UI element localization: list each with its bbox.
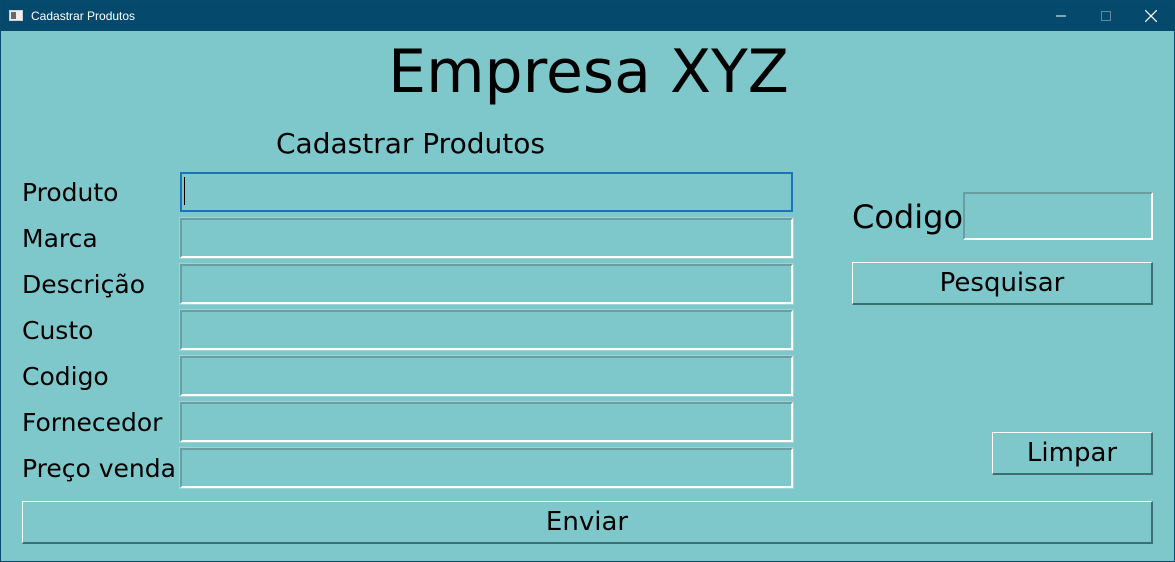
maximize-button[interactable]	[1083, 1, 1129, 31]
codigo-input[interactable]	[179, 355, 794, 397]
search-code-input[interactable]	[963, 192, 1153, 240]
submit-button[interactable]: Enviar	[22, 501, 1153, 544]
fornecedor-input[interactable]	[179, 401, 794, 443]
close-button[interactable]	[1128, 1, 1174, 31]
minimize-button[interactable]	[1038, 1, 1084, 31]
app-window: Cadastrar Produtos Empresa XYZ Cadastrar…	[0, 0, 1175, 562]
field-label-marca: Marca	[22, 224, 98, 253]
search-code-label: Codigo	[852, 198, 964, 236]
marca-input[interactable]	[179, 217, 794, 259]
minimize-icon	[1056, 15, 1066, 17]
descricao-input[interactable]	[179, 263, 794, 305]
title-bar[interactable]: Cadastrar Produtos	[1, 1, 1174, 31]
field-label-custo: Custo	[22, 316, 94, 345]
window-title: Cadastrar Produtos	[31, 9, 136, 23]
field-label-codigo: Codigo	[22, 362, 109, 391]
search-button[interactable]: Pesquisar	[852, 262, 1153, 305]
preco-venda-input[interactable]	[179, 447, 794, 489]
field-label-descricao: Descrição	[22, 270, 145, 299]
field-label-preco-venda: Preço venda	[22, 454, 176, 483]
field-label-fornecedor: Fornecedor	[22, 408, 163, 437]
produto-input[interactable]	[180, 172, 793, 212]
text-caret	[184, 177, 185, 205]
section-title: Cadastrar Produtos	[276, 127, 545, 160]
field-label-produto: Produto	[22, 178, 119, 207]
close-icon	[1145, 10, 1157, 22]
maximize-icon	[1101, 11, 1111, 21]
custo-input[interactable]	[179, 309, 794, 351]
app-icon	[9, 10, 23, 21]
clear-button[interactable]: Limpar	[992, 432, 1153, 475]
company-heading: Empresa XYZ	[388, 37, 789, 107]
